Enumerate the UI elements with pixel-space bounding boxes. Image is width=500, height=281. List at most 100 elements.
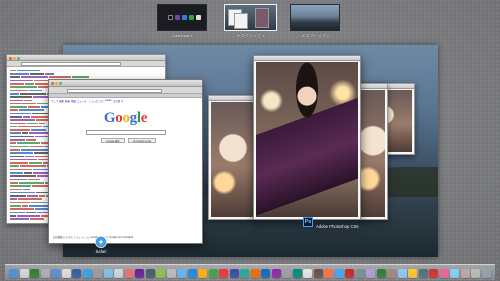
dock-app-icon[interactable]: [261, 269, 271, 278]
safari-window[interactable]: ウェブ 画像 動画 地図 ニュース ショッピング Gmail その他 ▼ Goo…: [48, 79, 203, 244]
dock-app-icon[interactable]: [219, 269, 229, 278]
dock-app-icon[interactable]: [124, 269, 134, 278]
google-logo-letter: e: [140, 110, 148, 126]
safari-app-label: Safari: [95, 249, 107, 254]
window-titlebar[interactable]: [359, 84, 387, 89]
minimize-button[interactable]: [55, 81, 58, 85]
dock-app-icon[interactable]: [250, 269, 260, 278]
dock-app-icon[interactable]: [271, 269, 281, 278]
google-top-links: ウェブ 画像 動画 地図 ニュース ショッピング Gmail その他 ▼: [49, 98, 202, 103]
dock-app-icon[interactable]: [135, 269, 145, 278]
dock-app-icon[interactable]: [303, 269, 313, 278]
window-toolbar: [49, 87, 202, 94]
address-bar[interactable]: [67, 88, 162, 93]
search-input[interactable]: [86, 130, 166, 135]
space-label: デスクトップ 2: [301, 33, 329, 38]
space-desktop-2[interactable]: デスクトップ 2: [290, 4, 340, 39]
dock-app-icon[interactable]: [19, 269, 29, 278]
photoshop-window-main[interactable]: [253, 55, 361, 220]
dock-app-icon[interactable]: [114, 269, 124, 278]
photoshop-window-right[interactable]: [358, 83, 388, 220]
dock-app-icon[interactable]: [481, 269, 491, 278]
zoom-button[interactable]: [17, 56, 20, 60]
feeling-lucky-button[interactable]: I'm Feeling Lucky: [128, 138, 156, 143]
dock-app-icon[interactable]: [103, 269, 113, 278]
safari-caption: Safari: [95, 236, 107, 254]
google-link-web[interactable]: ウェブ: [51, 99, 58, 103]
dock-app-icon[interactable]: [450, 269, 460, 278]
google-logo: Google: [49, 110, 202, 127]
space-dashboard-thumbnail[interactable]: [157, 4, 207, 31]
google-logo-letter: G: [103, 110, 116, 126]
photo-image: [256, 62, 358, 217]
dock-app-icon[interactable]: [334, 269, 344, 278]
dock-app-icon[interactable]: [40, 269, 50, 278]
google-link-more[interactable]: その他 ▼: [113, 99, 123, 103]
zoom-button[interactable]: [59, 81, 62, 85]
dock-app-icon[interactable]: [61, 269, 71, 278]
dock-app-icon[interactable]: [397, 269, 407, 278]
window-titlebar[interactable]: [209, 96, 257, 101]
dock-app-icon[interactable]: [313, 269, 323, 278]
dock-app-icon[interactable]: [82, 269, 92, 278]
space-dashboard[interactable]: Dashboard: [157, 4, 207, 38]
dock-app-icon[interactable]: [418, 269, 428, 278]
dock-app-icon[interactable]: [460, 269, 470, 278]
dock-app-icon[interactable]: [387, 269, 397, 278]
dock-app-icon[interactable]: [355, 269, 365, 278]
dock-app-icon[interactable]: [30, 269, 40, 278]
dock-app-icon[interactable]: [166, 269, 176, 278]
photoshop-app-label: Adobe Photoshop CS5: [316, 224, 359, 229]
dock-app-icon[interactable]: [156, 269, 166, 278]
dock-app-icon[interactable]: [345, 269, 355, 278]
photoshop-window-left[interactable]: [208, 95, 258, 220]
space-label: Dashboard: [172, 33, 192, 38]
google-link-shopping[interactable]: ショッピング: [89, 99, 103, 103]
dock-app-icon[interactable]: [72, 269, 82, 278]
google-link-gmail[interactable]: Gmail: [105, 99, 111, 102]
dock-app-icon[interactable]: [439, 269, 449, 278]
dock-app-icon[interactable]: [229, 269, 239, 278]
google-footer-links[interactable]: 広告掲載 ビジネス ソリューション Google について Google.com…: [53, 235, 198, 239]
google-link-news[interactable]: ニュース: [77, 99, 86, 103]
dock-app-icon[interactable]: [198, 269, 208, 278]
minimize-button[interactable]: [13, 56, 16, 60]
dock-app-icon[interactable]: [208, 269, 218, 278]
google-link-images[interactable]: 画像: [59, 99, 64, 103]
photo-image: [211, 102, 255, 217]
dock-app-icon[interactable]: [376, 269, 386, 278]
dock-app-icon[interactable]: [429, 269, 439, 278]
google-logo-letter: o: [122, 110, 130, 126]
dock-app-icon[interactable]: [282, 269, 292, 278]
space-desktop-1-thumbnail[interactable]: [224, 4, 277, 31]
close-button[interactable]: [51, 81, 54, 85]
dock-app-icon[interactable]: [93, 269, 103, 278]
dock-app-icon[interactable]: [9, 269, 19, 278]
dock-app-icon[interactable]: [240, 269, 250, 278]
space-desktop-2-thumbnail[interactable]: [290, 4, 340, 31]
dock-app-icon[interactable]: [292, 269, 302, 278]
google-logo-letter: g: [129, 110, 138, 126]
safari-compass-icon: [95, 236, 107, 248]
photoshop-app-icon: Ps: [303, 216, 313, 227]
google-link-maps[interactable]: 地図: [71, 99, 76, 103]
dock-app-icon[interactable]: [366, 269, 376, 278]
dock-app-icon[interactable]: [324, 269, 334, 278]
dock-app-icon[interactable]: [145, 269, 155, 278]
window-titlebar[interactable]: [254, 56, 360, 61]
address-bar[interactable]: [21, 62, 121, 66]
google-search-button[interactable]: Google 検索: [101, 138, 125, 143]
photo-image: [361, 90, 385, 217]
google-link-video[interactable]: 動画: [65, 99, 70, 103]
dock-app-icon[interactable]: [187, 269, 197, 278]
dock-app-icon[interactable]: [408, 269, 418, 278]
dock-app-icon[interactable]: [471, 269, 481, 278]
window-toolbar: [7, 61, 165, 67]
dock-app-icon[interactable]: [177, 269, 187, 278]
space-label: デスクトップ 1: [236, 33, 265, 38]
space-desktop-1[interactable]: デスクトップ 1: [224, 4, 277, 39]
close-button[interactable]: [9, 56, 12, 60]
dock-app-icon[interactable]: [51, 269, 61, 278]
dock: [5, 264, 495, 280]
window-titlebar[interactable]: [49, 80, 202, 87]
